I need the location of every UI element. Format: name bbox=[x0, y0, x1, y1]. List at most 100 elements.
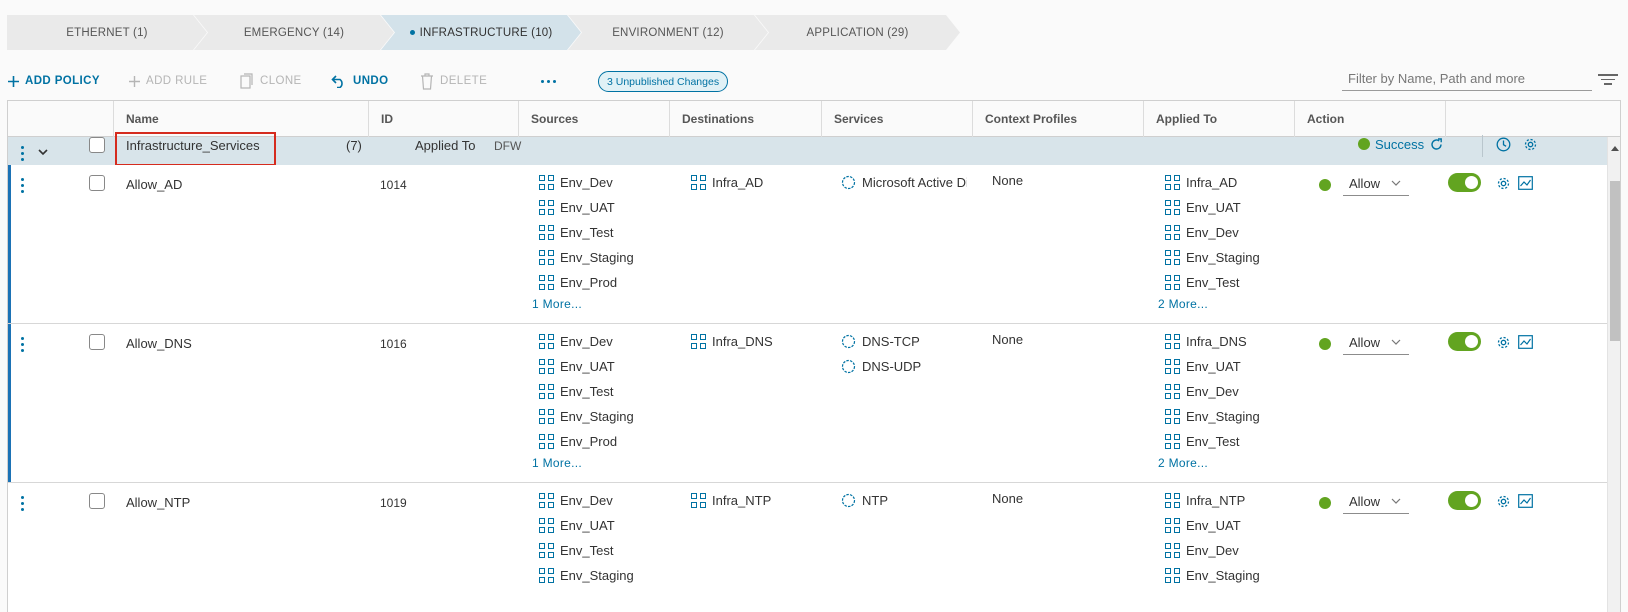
more-actions-icon[interactable] bbox=[541, 70, 556, 92]
source-group[interactable]: Env_UAT bbox=[539, 197, 615, 217]
source-group[interactable]: Env_Test bbox=[539, 381, 613, 401]
column-header-services[interactable]: Services bbox=[824, 101, 883, 137]
source-group[interactable]: Env_Dev bbox=[539, 490, 613, 510]
add-policy-button[interactable]: ADD POLICY bbox=[8, 70, 100, 92]
tab-ethernet[interactable]: ETHERNET (1) bbox=[7, 15, 207, 50]
filter-input[interactable] bbox=[1342, 67, 1592, 91]
gear-icon[interactable] bbox=[1496, 335, 1511, 350]
applied-to-label: Env_UAT bbox=[1186, 517, 1241, 533]
stats-chart-icon[interactable] bbox=[1518, 176, 1533, 190]
column-header-action[interactable]: Action bbox=[1297, 101, 1344, 137]
stats-chart-icon[interactable] bbox=[1518, 335, 1533, 349]
source-group[interactable]: Env_UAT bbox=[539, 515, 615, 535]
rule-status-icon bbox=[1319, 497, 1331, 509]
history-icon[interactable] bbox=[1496, 137, 1511, 152]
refresh-icon[interactable] bbox=[1430, 138, 1443, 151]
applied-to-group[interactable]: Env_Staging bbox=[1165, 247, 1260, 267]
rule-name[interactable]: Allow_AD bbox=[126, 177, 182, 192]
applied-to-group[interactable]: Env_UAT bbox=[1165, 356, 1241, 376]
chevron-down-icon bbox=[1391, 498, 1401, 504]
rule-enabled-toggle[interactable] bbox=[1448, 173, 1481, 192]
tab-application[interactable]: APPLICATION (29) bbox=[755, 15, 960, 50]
clone-button[interactable]: CLONE bbox=[240, 70, 302, 92]
rule-kebab-icon[interactable] bbox=[21, 337, 27, 352]
service-item[interactable]: DNS-UDP bbox=[841, 356, 921, 376]
applied-to-group[interactable]: Infra_AD bbox=[1165, 172, 1237, 192]
chevron-down-icon bbox=[1391, 339, 1401, 345]
collapse-chevron-icon[interactable] bbox=[37, 146, 49, 161]
applied-to-group[interactable]: Env_UAT bbox=[1165, 515, 1241, 535]
rule-kebab-icon[interactable] bbox=[21, 496, 27, 511]
source-group[interactable]: Env_UAT bbox=[539, 356, 615, 376]
applied-to-group[interactable]: Env_Staging bbox=[1165, 565, 1260, 585]
source-group[interactable]: Env_Test bbox=[539, 540, 613, 560]
column-header-id[interactable]: ID bbox=[371, 101, 393, 137]
add-rule-button[interactable]: ADD RULE bbox=[129, 70, 207, 92]
source-group[interactable]: Env_Staging bbox=[539, 406, 634, 426]
undo-button[interactable]: UNDO bbox=[331, 70, 388, 92]
delete-button[interactable]: DELETE bbox=[420, 70, 487, 92]
applied-to-label: Env_Staging bbox=[1186, 408, 1260, 424]
applied-to-group[interactable]: Env_Dev bbox=[1165, 540, 1239, 560]
destination-group[interactable]: Infra_DNS bbox=[691, 331, 773, 351]
applied-to-group[interactable]: Env_Test bbox=[1165, 272, 1239, 292]
stats-chart-icon[interactable] bbox=[1518, 494, 1533, 508]
rule-name[interactable]: Allow_NTP bbox=[126, 495, 190, 510]
rule-row[interactable]: Allow_AD 1014 Env_Dev Env_UAT Env_Test E… bbox=[8, 165, 1607, 324]
service-item[interactable]: NTP bbox=[841, 490, 888, 510]
column-header-sources[interactable]: Sources bbox=[521, 101, 578, 137]
destination-group[interactable]: Infra_AD bbox=[691, 172, 763, 192]
rule-kebab-icon[interactable] bbox=[21, 178, 27, 193]
applied-to-more-link[interactable]: 2 More... bbox=[1158, 456, 1208, 470]
applied-to-group[interactable]: Env_Test bbox=[1165, 431, 1239, 451]
applied-to-group[interactable]: Infra_NTP bbox=[1165, 490, 1245, 510]
tab-label: INFRASTRUCTURE (10) bbox=[419, 26, 553, 39]
applied-to-label: Env_Staging bbox=[1186, 567, 1260, 583]
column-header-destinations[interactable]: Destinations bbox=[672, 101, 754, 137]
section-checkbox[interactable] bbox=[89, 137, 105, 153]
source-label: Env_UAT bbox=[560, 517, 615, 533]
applied-to-group[interactable]: Env_Staging bbox=[1165, 406, 1260, 426]
source-group[interactable]: Env_Test bbox=[539, 222, 613, 242]
source-group[interactable]: Env_Dev bbox=[539, 331, 613, 351]
filter-icon[interactable] bbox=[1598, 74, 1618, 88]
action-select[interactable]: Allow bbox=[1343, 172, 1409, 196]
action-select[interactable]: Allow bbox=[1343, 490, 1409, 514]
applied-to-group[interactable]: Env_UAT bbox=[1165, 197, 1241, 217]
applied-to-group[interactable]: Env_Dev bbox=[1165, 222, 1239, 242]
source-group[interactable]: Env_Staging bbox=[539, 247, 634, 267]
sources-more-link[interactable]: 1 More... bbox=[532, 456, 582, 470]
rule-checkbox[interactable] bbox=[89, 175, 105, 191]
gear-icon[interactable] bbox=[1523, 137, 1538, 152]
action-select[interactable]: Allow bbox=[1343, 331, 1409, 355]
source-group[interactable]: Env_Prod bbox=[539, 431, 617, 451]
tab-infrastructure[interactable]: INFRASTRUCTURE (10) bbox=[381, 15, 581, 50]
rule-checkbox[interactable] bbox=[89, 493, 105, 509]
column-header-context-profiles[interactable]: Context Profiles bbox=[975, 101, 1077, 137]
unpublished-changes-badge[interactable]: 3 Unpublished Changes bbox=[598, 71, 729, 92]
rule-enabled-toggle[interactable] bbox=[1448, 332, 1481, 351]
rule-row[interactable]: Allow_DNS 1016 Env_Dev Env_UAT Env_Test … bbox=[8, 324, 1607, 483]
rule-enabled-toggle[interactable] bbox=[1448, 491, 1481, 510]
source-group[interactable]: Env_Staging bbox=[539, 565, 634, 585]
destination-group[interactable]: Infra_NTP bbox=[691, 490, 771, 510]
applied-to-more-link[interactable]: 2 More... bbox=[1158, 297, 1208, 311]
tab-environment[interactable]: ENVIRONMENT (12) bbox=[568, 15, 768, 50]
column-header-applied-to[interactable]: Applied To bbox=[1146, 101, 1217, 137]
sources-more-link[interactable]: 1 More... bbox=[532, 297, 582, 311]
source-group[interactable]: Env_Prod bbox=[539, 272, 617, 292]
applied-to-group[interactable]: Infra_DNS bbox=[1165, 331, 1247, 351]
vertical-scrollbar[interactable] bbox=[1607, 137, 1620, 612]
service-item[interactable]: DNS-TCP bbox=[841, 331, 920, 351]
source-group[interactable]: Env_Dev bbox=[539, 172, 613, 192]
gear-icon[interactable] bbox=[1496, 176, 1511, 191]
section-kebab-icon[interactable] bbox=[21, 146, 27, 161]
rule-name[interactable]: Allow_DNS bbox=[126, 336, 192, 351]
service-item[interactable]: Microsoft Active Dir bbox=[841, 172, 967, 192]
applied-to-group[interactable]: Env_Dev bbox=[1165, 381, 1239, 401]
rule-row[interactable]: Allow_NTP 1019 Env_Dev Env_UAT Env_Test … bbox=[8, 483, 1607, 612]
scrollbar-thumb[interactable] bbox=[1610, 181, 1620, 341]
rule-checkbox[interactable] bbox=[89, 334, 105, 350]
tab-emergency[interactable]: EMERGENCY (14) bbox=[194, 15, 394, 50]
gear-icon[interactable] bbox=[1496, 494, 1511, 509]
